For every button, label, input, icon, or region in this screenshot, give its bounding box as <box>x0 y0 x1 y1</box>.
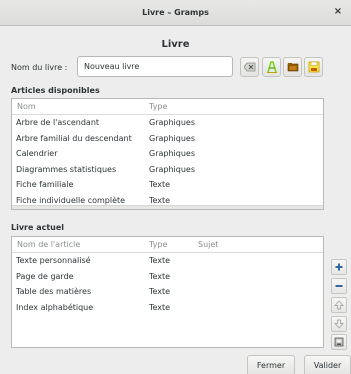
item-type: Texte <box>149 180 171 189</box>
open-book-button[interactable] <box>283 57 302 77</box>
item-type: Texte <box>149 195 171 205</box>
item-name: Fiche familiale <box>16 180 74 189</box>
move-down-button[interactable] <box>331 316 347 332</box>
add-item-button[interactable] <box>331 259 347 275</box>
item-name: Arbre familial du descendant <box>16 133 132 143</box>
clear-book-button[interactable] <box>240 57 259 77</box>
column-header-article-name[interactable]: Nom de l'article <box>17 240 80 249</box>
item-name: Diagrammes statistiques <box>16 164 117 174</box>
list-item[interactable]: Fiche familiale Texte <box>12 177 323 193</box>
dialog-heading: Livre <box>161 39 190 50</box>
clear-icon <box>244 62 256 72</box>
horizontal-scrollbar[interactable] <box>12 205 323 209</box>
current-book-list[interactable]: Nom de l'article Type Sujet Texte person… <box>11 236 324 348</box>
validate-button[interactable]: Valider <box>304 355 351 374</box>
item-name: Fiche individuelle complète <box>16 195 126 205</box>
list-item[interactable]: Diagrammes statistiques Graphiques <box>12 162 323 178</box>
item-type: Texte <box>149 271 171 281</box>
available-articles-label: Articles disponibles <box>11 86 100 95</box>
list-item[interactable]: Arbre familial du descendant Graphiques <box>12 131 323 147</box>
item-name: Arbre de l'ascendant <box>16 118 100 127</box>
close-button[interactable]: Fermer <box>247 355 295 374</box>
title-bar: Livre – Gramps × <box>0 0 351 26</box>
current-list-header: Nom de l'article Type Sujet <box>12 237 323 253</box>
save-icon <box>308 61 320 73</box>
list-item[interactable]: Page de garde Texte <box>12 269 323 285</box>
edit-book-button[interactable] <box>262 57 281 77</box>
item-type: Graphiques <box>149 118 195 127</box>
remove-icon <box>335 285 343 287</box>
column-header-name[interactable]: Nom <box>17 102 36 111</box>
list-item[interactable]: Index alphabétique Texte <box>12 300 323 316</box>
item-name: Texte personnalisé <box>16 256 91 265</box>
close-window-button[interactable]: × <box>332 6 344 18</box>
column-header-subject[interactable]: Sujet <box>198 240 218 249</box>
move-down-icon <box>334 319 344 329</box>
item-name: Page de garde <box>16 271 74 281</box>
add-icon <box>335 263 343 271</box>
edit-icon <box>267 61 277 73</box>
book-name-label: Nom du livre : <box>11 63 68 72</box>
item-name: Calendrier <box>16 149 58 158</box>
list-item[interactable]: Arbre de l'ascendant Graphiques <box>12 115 323 131</box>
configure-item-button[interactable] <box>331 334 347 350</box>
column-header-type[interactable]: Type <box>149 102 167 111</box>
item-type: Texte <box>149 256 171 265</box>
item-name: Index alphabétique <box>16 302 94 312</box>
item-type: Texte <box>149 302 171 312</box>
item-name: Table des matières <box>16 287 92 296</box>
item-type: Texte <box>149 287 171 296</box>
list-item[interactable]: Calendrier Graphiques <box>12 146 323 162</box>
save-book-button[interactable] <box>304 57 323 77</box>
remove-item-button[interactable] <box>331 278 347 294</box>
list-item[interactable]: Texte personnalisé Texte <box>12 253 323 269</box>
item-type: Graphiques <box>149 149 195 158</box>
current-book-label: Livre actuel <box>11 223 65 232</box>
item-type: Graphiques <box>149 164 195 174</box>
available-list-header: Nom Type <box>12 99 323 115</box>
open-icon <box>287 63 299 72</box>
configure-icon <box>334 337 344 347</box>
column-header-type[interactable]: Type <box>149 240 167 249</box>
move-up-button[interactable] <box>331 297 347 313</box>
available-articles-list[interactable]: Nom Type Arbre de l'ascendant Graphiques… <box>11 98 324 210</box>
item-type: Graphiques <box>149 133 195 143</box>
list-item[interactable]: Table des matières Texte <box>12 284 323 300</box>
book-name-input[interactable] <box>77 56 233 77</box>
move-up-icon <box>334 300 344 310</box>
window-title: Livre – Gramps <box>142 8 209 17</box>
